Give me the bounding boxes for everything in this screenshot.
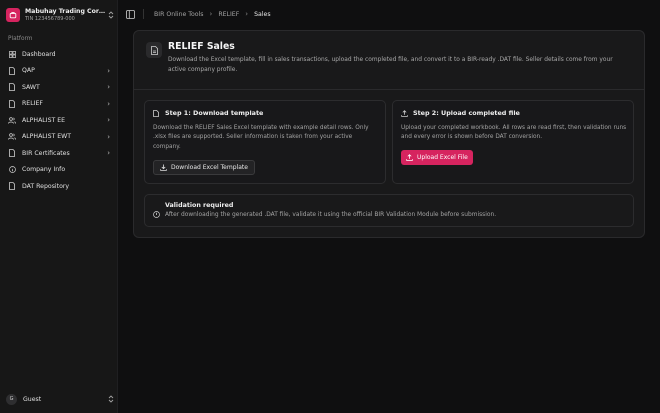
step-download-panel: Step 1: Download template Download the R… [144,100,386,184]
step-title-label: Step 2: Upload completed file [413,109,520,117]
avatar: G [6,393,17,405]
upload-excel-label: Upload Excel File [417,154,468,161]
step-description: Download the RELIEF Sales Excel template… [153,125,369,150]
validation-title: Validation required [165,202,234,209]
upload-icon [401,109,408,117]
step-upload-panel: Step 2: Upload completed file Upload you… [392,100,634,184]
sidebar-item-label: ALPHALIST EWT [22,133,72,141]
sidebar-item-company-info[interactable]: Company Info [4,162,114,179]
breadcrumb-item[interactable]: RELIEF [218,11,239,18]
grid-icon [8,50,16,58]
org-tin: TIN 123456789-000 [25,16,75,22]
breadcrumb-item[interactable]: BIR Online Tools [154,11,204,18]
sidebar-item-label: Company Info [22,166,66,174]
chevron-right-icon: › [107,116,110,125]
doc-icon [8,149,16,158]
download-template-label: Download Excel Template [171,164,248,171]
sidebar-item-alphalist-ee[interactable]: ALPHALIST EE › [4,112,114,129]
sidebar-item-label: Dashboard [22,50,56,58]
info-icon [8,166,16,174]
validation-notice: Validation required After downloading th… [144,194,634,227]
chevron-right-icon: › [107,132,110,141]
step-description: Upload your completed workbook. All rows… [401,125,627,141]
sidebar-item-label: DAT Repository [22,182,70,190]
step-title-label: Step 1: Download template [165,109,264,117]
sidebar-toggle-icon[interactable] [126,9,135,19]
sidebar-item-dashboard[interactable]: Dashboard [4,46,114,63]
file-icon [146,42,162,58]
sidebar-item-label: RELIEF [22,100,43,108]
breadcrumb: BIR Online Tools › RELIEF › Sales [154,10,271,18]
relief-sales-card: RELIEF Sales Download the Excel template… [133,30,645,238]
chevron-right-icon: › [209,10,213,18]
sidebar-item-sawt[interactable]: SAWT › [4,79,114,96]
download-template-button[interactable]: Download Excel Template [153,160,255,175]
upload-icon [406,154,413,161]
sidebar-item-label: BIR Certificates [22,149,70,157]
chevrons-up-down-icon [108,394,114,404]
user-name: Guest [23,395,42,403]
step-title: Step 1: Download template [153,109,263,117]
chevron-right-icon: › [107,149,110,158]
sidebar-item-qap[interactable]: QAP › [4,63,114,80]
doc-icon [8,66,16,75]
org-switcher[interactable]: Mabuhay Trading Corp... TIN 123456789-00… [6,4,114,26]
chevron-right-icon: › [107,99,110,108]
page-subtitle: Download the Excel template, fill in sal… [168,57,613,73]
topbar: BIR Online Tools › RELIEF › Sales [118,0,660,28]
step-title: Step 2: Upload completed file [401,109,520,117]
page-title: RELIEF Sales [168,41,235,52]
sidebar-item-label: ALPHALIST EE [22,116,66,124]
org-logo-icon [6,8,20,22]
org-name: Mabuhay Trading Corp... [25,8,108,15]
sidebar-item-label: QAP [22,67,35,75]
validation-description: After downloading the generated .DAT fil… [165,212,497,218]
card-divider [134,89,644,90]
sidebar: Mabuhay Trading Corp... TIN 123456789-00… [0,0,118,413]
sidebar-nav: Dashboard QAP › SAWT › RELIEF › ALPHALIS… [4,46,114,195]
chevrons-up-down-icon [108,10,114,20]
sidebar-item-dat-repository[interactable]: DAT Repository [4,178,114,195]
sidebar-item-label: SAWT [22,83,40,91]
doc-icon [8,83,16,92]
chevron-right-icon: › [107,66,110,75]
sidebar-item-relief[interactable]: RELIEF › [4,96,114,113]
doc-icon [8,99,16,108]
users-icon [8,116,16,124]
sidebar-item-alphalist-ewt[interactable]: ALPHALIST EWT › [4,129,114,146]
breadcrumb-current: Sales [254,10,271,18]
sidebar-item-bir-certificates[interactable]: BIR Certificates › [4,145,114,162]
upload-excel-button[interactable]: Upload Excel File [401,150,473,165]
topbar-divider [143,9,144,19]
sidebar-section-label: Platform [8,36,33,42]
alert-circle-icon [153,203,160,218]
user-menu[interactable]: G Guest [6,393,114,405]
users-icon [8,133,16,141]
doc-icon [8,182,16,191]
download-icon [160,164,167,171]
chevron-right-icon: › [245,10,249,18]
chevron-right-icon: › [107,83,110,92]
file-icon [153,109,160,117]
